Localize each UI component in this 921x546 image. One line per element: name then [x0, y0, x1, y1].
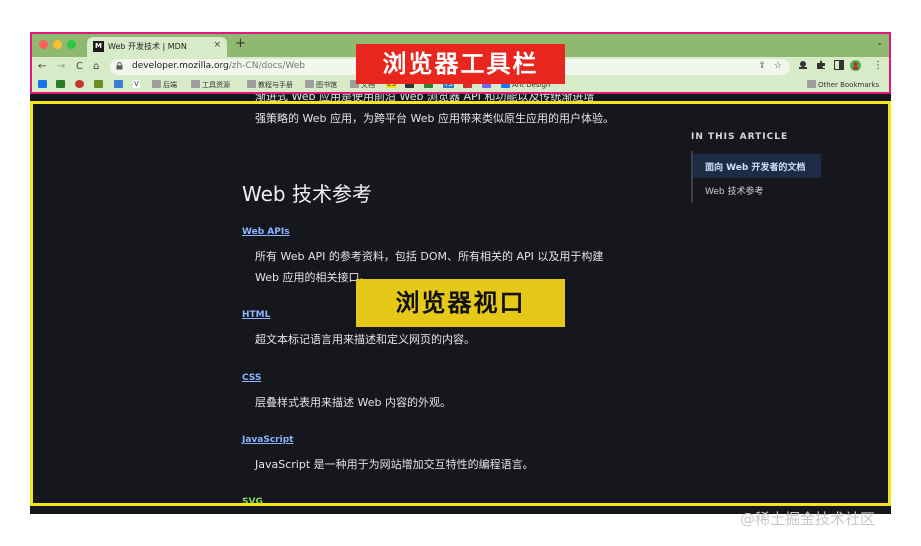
toc-item-label: 面向 Web 开发者的文档: [705, 163, 806, 173]
bookmark-folder[interactable]: 教程与手册: [247, 80, 293, 90]
home-button[interactable]: ⌂: [93, 60, 99, 74]
viewport-annotation-label: 浏览器视口: [356, 279, 565, 327]
section-heading: Web 技术参考: [242, 182, 372, 206]
term-description: 所有 Web API 的参考资料，包括 DOM、所有相关的 API 以及用于构建: [255, 250, 604, 263]
toc-heading: IN THIS ARTICLE: [691, 132, 789, 142]
extensions-puzzle-icon[interactable]: [816, 60, 826, 74]
lock-icon: [116, 62, 123, 72]
bookmark-item[interactable]: [38, 80, 49, 89]
watermark: @稀土掘金技术社区: [740, 510, 876, 528]
bookmark-favicon-icon: [75, 80, 84, 88]
folder-icon: [191, 80, 200, 88]
zoom-window-icon[interactable]: [67, 40, 76, 49]
bookmark-item[interactable]: V: [133, 80, 140, 88]
link-css[interactable]: CSS: [242, 373, 261, 383]
bookmark-favicon-icon: [56, 80, 65, 88]
other-bookmarks-folder[interactable]: Other Bookmarks: [807, 80, 879, 89]
reload-button[interactable]: C: [76, 60, 83, 74]
new-tab-button[interactable]: +: [235, 37, 246, 51]
folder-icon: [305, 80, 314, 88]
link-svg[interactable]: SVG: [242, 497, 263, 507]
toc-item-active[interactable]: 面向 Web 开发者的文档: [693, 154, 821, 178]
close-window-icon[interactable]: [39, 40, 48, 49]
extension-spy-icon[interactable]: [798, 60, 808, 74]
bookmark-favicon-icon: [94, 80, 103, 88]
term-description: JavaScript 是一种用于为网站增加交互特性的编程语言。: [255, 458, 534, 471]
folder-icon: [807, 80, 816, 88]
bookmark-folder[interactable]: 图书馆: [305, 80, 337, 90]
browser-menu-icon[interactable]: ⋮: [873, 60, 883, 72]
back-button[interactable]: ←: [38, 60, 46, 74]
term-description: Web 应用的相关接口。: [255, 271, 371, 284]
term-description: 层叠样式表用来描述 Web 内容的外观。: [255, 396, 451, 409]
bookmark-item[interactable]: [114, 80, 125, 89]
profile-avatar-icon[interactable]: [850, 60, 861, 75]
folder-icon: [152, 80, 161, 88]
term-description: 超文本标记语言用来描述和定义网页的内容。: [255, 333, 475, 346]
bookmark-folder[interactable]: 后端: [152, 80, 177, 90]
intro-text-line: 强策略的 Web 应用，为跨平台 Web 应用带来类似原生应用的用户体验。: [255, 112, 614, 125]
bookmark-star-icon[interactable]: ☆: [774, 61, 782, 71]
link-javascript[interactable]: JavaScript: [242, 435, 293, 445]
toc-item[interactable]: Web 技术参考: [705, 184, 763, 197]
toolbar-annotation-label: 浏览器工具栏: [356, 44, 565, 84]
folder-icon: [247, 80, 256, 88]
forward-button[interactable]: →: [57, 60, 65, 74]
url-text: developer.mozilla.org/zh-CN/docs/Web: [132, 61, 306, 71]
share-icon[interactable]: ⇪: [758, 61, 766, 71]
side-panel-icon[interactable]: [834, 60, 844, 74]
mdn-favicon-icon: M: [93, 41, 104, 52]
link-html[interactable]: HTML: [242, 310, 270, 320]
bookmark-item[interactable]: [94, 80, 105, 89]
tab-search-icon[interactable]: ⌄: [876, 38, 883, 47]
link-web-apis[interactable]: Web APIs: [242, 227, 290, 237]
intro-text-line: 渐进式 Web 应用是使用前沿 Web 浏览器 API 和功能以及传统渐进增: [255, 94, 595, 103]
minimize-window-icon[interactable]: [53, 40, 62, 49]
bookmark-folder[interactable]: 工具资源: [191, 80, 230, 90]
bookmark-favicon-icon: [38, 80, 47, 88]
tab-mdn[interactable]: M Web 开发技术 | MDN ×: [87, 37, 227, 57]
bookmark-item[interactable]: [56, 80, 67, 89]
tab-title: Web 开发技术 | MDN: [108, 42, 187, 51]
bookmark-item[interactable]: [75, 80, 86, 89]
tab-close-icon[interactable]: ×: [213, 40, 221, 50]
bookmark-favicon-icon: [114, 80, 123, 88]
